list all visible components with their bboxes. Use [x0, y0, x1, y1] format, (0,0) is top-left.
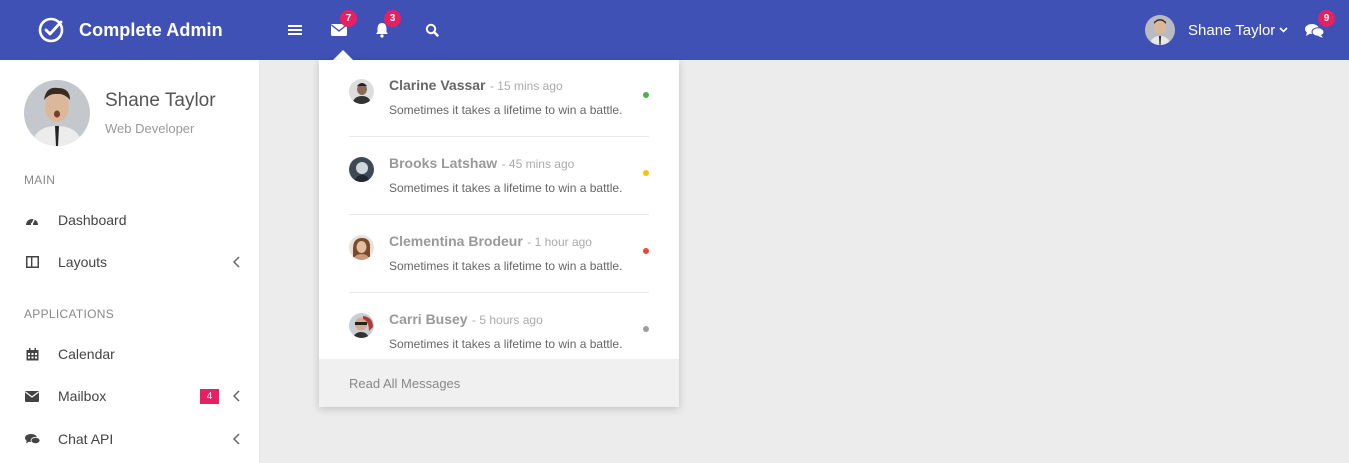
message-preview: Sometimes it takes a lifetime to win a b… — [389, 337, 623, 351]
message-item[interactable]: Clarine Vassar - 15 mins ago Sometimes i… — [349, 60, 649, 138]
mailbox-count-badge: 4 — [200, 388, 219, 404]
status-dot — [643, 248, 649, 254]
divider — [349, 136, 649, 137]
message-item[interactable]: Brooks Latshaw - 45 mins ago Sometimes i… — [349, 138, 649, 216]
section-label-applications: APPLICATIONS — [24, 307, 115, 321]
sidebar-item-chat-api[interactable]: Chat API — [0, 419, 259, 459]
layout-icon — [24, 254, 40, 270]
sidebar: Shane Taylor Web Developer MAIN Dashboar… — [0, 60, 260, 463]
sender-name: Clementina Brodeur — [389, 233, 523, 249]
sender-avatar — [349, 79, 374, 104]
user-avatar — [1145, 15, 1175, 45]
message-time: - 15 mins ago — [489, 79, 563, 93]
dropdown-caret — [333, 50, 353, 60]
message-time: - 5 hours ago — [472, 313, 543, 327]
brand[interactable]: Complete Admin — [38, 17, 223, 43]
message-header: Clementina Brodeur - 1 hour ago — [389, 233, 592, 251]
message-header: Carri Busey - 5 hours ago — [389, 311, 543, 329]
hamburger-icon — [288, 25, 302, 35]
chat-icon — [24, 431, 40, 447]
message-preview: Sometimes it takes a lifetime to win a b… — [389, 259, 623, 273]
profile-avatar[interactable] — [24, 80, 90, 146]
top-navbar: Complete Admin 7 3 Shane Taylor 9 — [0, 0, 1349, 60]
sidebar-item-dashboard[interactable]: Dashboard — [0, 200, 259, 240]
sidebar-item-label: Dashboard — [58, 212, 127, 228]
section-label-main: MAIN — [24, 173, 56, 187]
user-menu[interactable]: Shane Taylor — [1145, 15, 1288, 45]
messages-button[interactable]: 7 — [329, 10, 357, 40]
sidebar-item-mailbox[interactable]: Mailbox 4 — [0, 376, 259, 416]
message-time: - 1 hour ago — [527, 235, 592, 249]
sidebar-item-label: Chat API — [58, 431, 114, 447]
divider — [349, 292, 649, 293]
message-item[interactable]: Clementina Brodeur - 1 hour ago Sometime… — [349, 216, 649, 294]
notifications-count-badge: 3 — [384, 10, 401, 27]
check-circle-icon — [38, 17, 64, 43]
notifications-button[interactable]: 3 — [372, 10, 401, 40]
chevron-left-icon — [232, 256, 240, 268]
sidebar-item-calendar[interactable]: Calendar — [0, 334, 259, 374]
status-dot — [643, 92, 649, 98]
calendar-icon — [24, 346, 40, 362]
message-preview: Sometimes it takes a lifetime to win a b… — [389, 103, 623, 117]
user-name: Shane Taylor — [1188, 21, 1276, 39]
search-button[interactable] — [422, 20, 442, 40]
read-all-messages-link[interactable]: Read All Messages — [319, 359, 679, 407]
profile-role: Web Developer — [105, 121, 195, 136]
chevron-down-icon — [1279, 27, 1288, 33]
sender-avatar — [349, 235, 374, 260]
message-header: Brooks Latshaw - 45 mins ago — [389, 155, 574, 173]
status-dot — [643, 170, 649, 176]
chat-count-badge: 9 — [1318, 10, 1335, 27]
sender-avatar — [349, 157, 374, 182]
message-time: - 45 mins ago — [501, 157, 575, 171]
chat-button[interactable]: 9 — [1304, 10, 1335, 40]
envelope-icon — [24, 388, 40, 404]
sender-name: Clarine Vassar — [389, 77, 486, 93]
dashboard-icon — [24, 212, 40, 228]
profile-name: Shane Taylor — [105, 90, 216, 111]
menu-toggle-button[interactable] — [285, 20, 305, 40]
messages-count-badge: 7 — [340, 10, 357, 27]
chevron-left-icon — [232, 390, 240, 402]
sender-name: Carri Busey — [389, 311, 468, 327]
sidebar-item-label: Layouts — [58, 254, 108, 270]
search-icon — [425, 23, 439, 37]
sidebar-item-label: Calendar — [58, 346, 115, 362]
messages-dropdown: Clarine Vassar - 15 mins ago Sometimes i… — [319, 60, 679, 407]
sidebar-item-layouts[interactable]: Layouts — [0, 242, 259, 282]
divider — [349, 214, 649, 215]
app-title: Complete Admin — [79, 19, 223, 40]
sender-name: Brooks Latshaw — [389, 155, 498, 171]
status-dot — [643, 326, 649, 332]
sidebar-item-label: Mailbox — [58, 388, 107, 404]
chevron-left-icon — [232, 433, 240, 445]
message-preview: Sometimes it takes a lifetime to win a b… — [389, 181, 623, 195]
message-header: Clarine Vassar - 15 mins ago — [389, 77, 563, 95]
sender-avatar — [349, 313, 374, 338]
